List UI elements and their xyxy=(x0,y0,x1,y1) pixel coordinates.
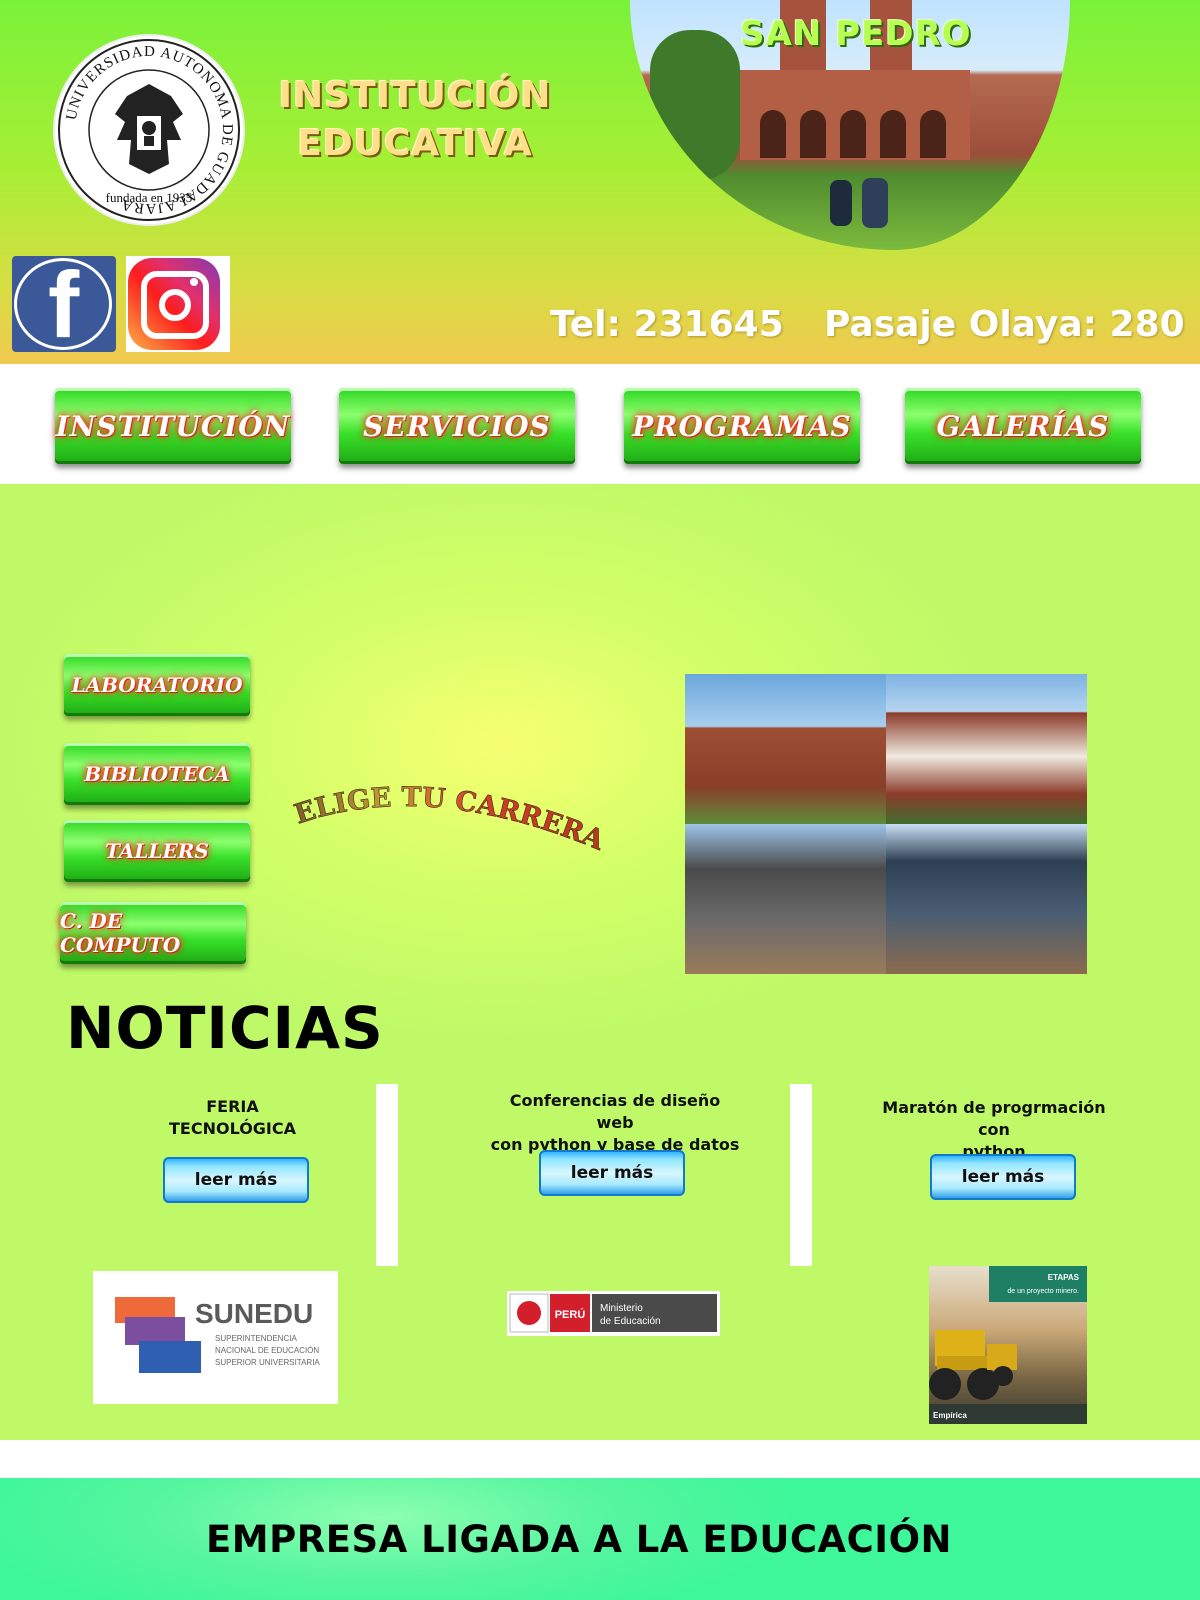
sidebar-label: C. DE COMPUTO xyxy=(60,909,181,957)
sidebar-label: TALLERS xyxy=(105,839,209,863)
phone-number: Tel: 231645 xyxy=(550,304,784,345)
university-seal-logo: UNIVERSIDAD AUTONOMA DE GUADALAJARA fund… xyxy=(55,36,243,224)
elige-tu-carrera-heading: ELIGE TU CARRERA xyxy=(290,784,610,857)
sidebar-computo-button[interactable]: C. DE COMPUTO xyxy=(60,902,246,964)
sidebar-label: LABORATORIO xyxy=(71,673,243,697)
main-content: LABORATORIO BIBLIOTECA TALLERS C. DE COM… xyxy=(0,484,1200,1440)
logo-founded-text: fundada en 1935 xyxy=(106,190,193,205)
institution-title-line2: EDUCATIVA xyxy=(297,123,533,164)
instagram-link[interactable] xyxy=(126,256,230,352)
main-navigation: INSTITUCIÓN SERVICIOS PROGRAMAS GALERÍAS xyxy=(0,364,1200,484)
sidebar-biblioteca-button[interactable]: BIBLIOTECA xyxy=(64,743,250,805)
svg-text:PERÚ: PERÚ xyxy=(555,1308,586,1321)
mining-project-image[interactable]: ETAPAS de un proyecto minero. Empírica xyxy=(929,1266,1087,1424)
news-item-title: FERIA TECNOLÓGICA xyxy=(168,1097,296,1138)
address: Pasaje Olaya: 280 xyxy=(824,304,1185,345)
institution-title: INSTITUCIÓN EDUCATIVA xyxy=(270,72,560,168)
nav-institucion-button[interactable]: INSTITUCIÓN xyxy=(55,388,291,464)
read-more-button[interactable]: leer más xyxy=(163,1157,309,1203)
instagram-icon xyxy=(128,258,220,350)
nav-label: SERVICIOS xyxy=(363,409,551,443)
institution-title-line1: INSTITUCIÓN xyxy=(278,75,552,116)
campus-buildings-collage xyxy=(685,674,1087,974)
site-footer: EMPRESA LIGADA A LA EDUCACIÓN xyxy=(0,1478,1200,1600)
nav-servicios-button[interactable]: SERVICIOS xyxy=(339,388,575,464)
read-more-button[interactable]: leer más xyxy=(930,1154,1076,1200)
sunedu-logo[interactable]: SUNEDU SUPERINTENDENCIA NACIONAL DE EDUC… xyxy=(93,1271,338,1404)
facebook-link[interactable]: f xyxy=(12,256,116,352)
footer-slogan: EMPRESA LIGADA A LA EDUCACIÓN xyxy=(206,1518,952,1561)
news-item-title: Conferencias de diseño web con python y … xyxy=(490,1091,740,1154)
minedu-logo[interactable]: PERÚ Ministerio de Educación xyxy=(507,1291,720,1336)
svg-text:Ministerio: Ministerio xyxy=(600,1303,643,1314)
svg-text:SUPERIOR UNIVERSITARIA: SUPERIOR UNIVERSITARIA xyxy=(215,1358,320,1367)
sidebar-label: BIBLIOTECA xyxy=(84,762,230,786)
svg-text:de un proyecto minero.: de un proyecto minero. xyxy=(1007,1288,1079,1295)
nav-programas-button[interactable]: PROGRAMAS xyxy=(624,388,860,464)
campus-name: SAN PEDRO xyxy=(740,14,972,54)
news-divider xyxy=(790,1084,812,1266)
svg-text:NACIONAL DE EDUCACIÓN: NACIONAL DE EDUCACIÓN xyxy=(215,1346,319,1355)
nav-label: INSTITUCIÓN xyxy=(55,409,291,443)
elige-tu-carrera-text: ELIGE TU CARRERA xyxy=(290,784,609,857)
nav-galerias-button[interactable]: GALERÍAS xyxy=(905,388,1141,464)
news-divider xyxy=(376,1084,398,1266)
svg-text:ELIGE TU CARRERA: ELIGE TU CARRERA xyxy=(291,784,610,857)
svg-text:SUPERINTENDENCIA: SUPERINTENDENCIA xyxy=(215,1334,297,1343)
svg-text:de Educación: de Educación xyxy=(600,1316,661,1327)
news-heading: NOTICIAS xyxy=(66,994,384,1062)
sidebar-tallers-button[interactable]: TALLERS xyxy=(64,820,250,882)
sidebar-laboratorio-button[interactable]: LABORATORIO xyxy=(64,654,250,716)
nav-label: GALERÍAS xyxy=(936,409,1110,443)
svg-text:ETAPAS: ETAPAS xyxy=(1048,1273,1080,1282)
svg-text:Empírica: Empírica xyxy=(933,1411,967,1420)
site-header: UNIVERSIDAD AUTONOMA DE GUADALAJARA fund… xyxy=(0,0,1200,364)
read-more-button[interactable]: leer más xyxy=(539,1150,685,1196)
nav-label: PROGRAMAS xyxy=(632,409,852,443)
sunedu-name: SUNEDU xyxy=(195,1298,313,1329)
